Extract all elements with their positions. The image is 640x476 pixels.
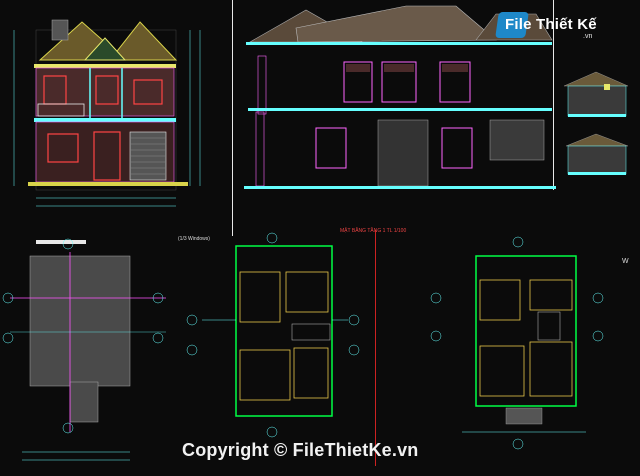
logo-brand-text: File Thiết Kế <box>505 16 597 33</box>
floor-plan-2-drawing <box>430 236 604 450</box>
frame-divider-left <box>232 0 233 236</box>
floor-plan-1-drawing <box>186 232 360 438</box>
logo-domain-text: .vn <box>583 33 593 40</box>
roof-plan-drawing <box>2 238 166 461</box>
front-elevation-drawing <box>13 19 201 207</box>
thumbnail-elevations <box>563 71 629 175</box>
north-marker: W <box>622 258 629 265</box>
frame-divider-red <box>375 230 376 466</box>
filethietke-logo: File Thiết Kế .vn <box>495 8 633 44</box>
cad-drawing-canvas: File Thiết Kế .vn (1/3 Windows) MẶT BẰNG… <box>0 0 640 476</box>
copyright-watermark: Copyright © FileThietKe.vn <box>182 440 419 460</box>
